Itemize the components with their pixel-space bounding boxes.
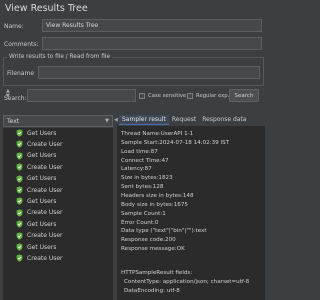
tree-item-label: Get Users — [27, 175, 57, 183]
tree-item[interactable]: Create User — [16, 162, 63, 172]
sampler-result-line: Sent bytes:128 — [121, 184, 164, 191]
success-shield-icon — [16, 243, 23, 251]
success-shield-icon — [16, 174, 23, 183]
tree-item[interactable]: Get Users — [16, 219, 56, 229]
sampler-result-line: Load time:87 — [121, 148, 158, 155]
tree-item[interactable]: Create User — [16, 139, 63, 149]
tree-item[interactable]: Create User — [16, 231, 63, 241]
tree-item[interactable]: Create User — [16, 253, 63, 263]
success-shield-icon — [16, 197, 23, 206]
sampler-result-line: Body size in bytes:1675 — [121, 201, 188, 208]
regular-exp-label: Regular exp. — [196, 93, 230, 99]
tab-request[interactable]: Request — [169, 115, 199, 125]
sampler-result-line: Headers size in bytes:148 — [121, 192, 194, 199]
tree-item[interactable]: Get Users — [16, 242, 56, 252]
success-shield-icon — [16, 254, 23, 263]
content-type-line: ContentType: application/json; charset=u… — [124, 279, 250, 285]
sampler-result-line: Response code:200 — [121, 237, 176, 244]
sampler-result-line: Sample Count:1 — [121, 210, 166, 217]
name-field[interactable]: View Results Tree — [42, 19, 262, 32]
http-fields-title: HTTPSampleResult fields: — [121, 270, 193, 276]
name-field-value: View Results Tree — [46, 22, 99, 29]
search-input[interactable] — [27, 89, 136, 102]
name-label: Name: — [4, 23, 24, 30]
tree-item-label: Create User — [27, 232, 63, 240]
tree-item[interactable]: Get Users — [16, 128, 56, 138]
tree-item-label: Create User — [27, 254, 63, 262]
tree-item[interactable]: Get Users — [16, 196, 56, 206]
search-button[interactable]: Search — [229, 89, 259, 102]
filename-field[interactable] — [38, 66, 260, 79]
success-shield-icon — [16, 152, 23, 160]
success-shield-icon — [16, 129, 23, 137]
panel-title: View Results Tree — [5, 3, 88, 14]
sampler-result-line: Error Count:0 — [121, 219, 159, 226]
success-shield-icon — [16, 186, 23, 194]
success-shield-icon — [16, 209, 23, 217]
file-section-title: Write results to file / Read from file — [7, 54, 113, 60]
result-tabs: Sampler result Request Response data — [119, 115, 249, 125]
sampler-result-line: Size in bytes:1823 — [121, 175, 173, 182]
tree-item-label: Create User — [27, 209, 63, 217]
success-shield-icon — [16, 163, 23, 171]
success-shield-icon — [16, 220, 23, 228]
comments-label: Comments: — [4, 41, 39, 48]
tree-item-label: Get Users — [27, 197, 57, 205]
sampler-result-line: Thread Name:UserAPI 1-1 — [121, 131, 194, 137]
splitter-collapse-icon[interactable]: ◀ — [114, 117, 118, 123]
tree-item[interactable]: Get Users — [16, 174, 56, 184]
success-shield-icon — [16, 140, 23, 149]
tree-item[interactable]: Get Users — [16, 151, 56, 161]
filename-label: Filename — [7, 70, 35, 77]
tree-item-label: Create User — [27, 186, 63, 194]
tab-sampler-result[interactable]: Sampler result — [119, 115, 169, 125]
tree-item-label: Create User — [27, 140, 63, 148]
tree-item-label: Get Users — [27, 129, 57, 137]
sampler-result-line: Response message:OK — [121, 246, 185, 253]
case-sensitive-checkbox[interactable] — [139, 93, 145, 99]
tree-item-label: Get Users — [27, 220, 57, 228]
sampler-result-line: Connect Time:47 — [121, 157, 169, 164]
regular-exp-checkbox[interactable] — [187, 93, 193, 99]
data-encoding-line: DataEncoding: utf-8 — [124, 288, 180, 294]
success-shield-icon — [16, 231, 23, 240]
tree-item-label: Get Users — [27, 243, 57, 251]
case-sensitive-label: Case sensitive — [148, 93, 187, 99]
sampler-result-line: Sample Start:2024-07-18 14:02:39 IST — [121, 139, 230, 146]
tree-item-label: Get Users — [27, 152, 57, 160]
comments-field[interactable] — [42, 37, 262, 50]
tree-item-label: Create User — [27, 163, 63, 171]
sampler-result-line: Latency:87 — [121, 166, 152, 173]
chevron-down-icon: ▼ — [105, 118, 109, 124]
renderer-select-value: Text — [7, 117, 20, 125]
sampler-result-line: Data type ("text"|"bin"|""):text — [121, 228, 207, 235]
search-label: Search: — [4, 95, 27, 102]
tree-item[interactable]: Create User — [16, 185, 63, 195]
renderer-select[interactable]: Text ▼ — [3, 115, 113, 127]
tree-item[interactable]: Create User — [16, 208, 63, 218]
tab-response-data[interactable]: Response data — [199, 115, 249, 125]
